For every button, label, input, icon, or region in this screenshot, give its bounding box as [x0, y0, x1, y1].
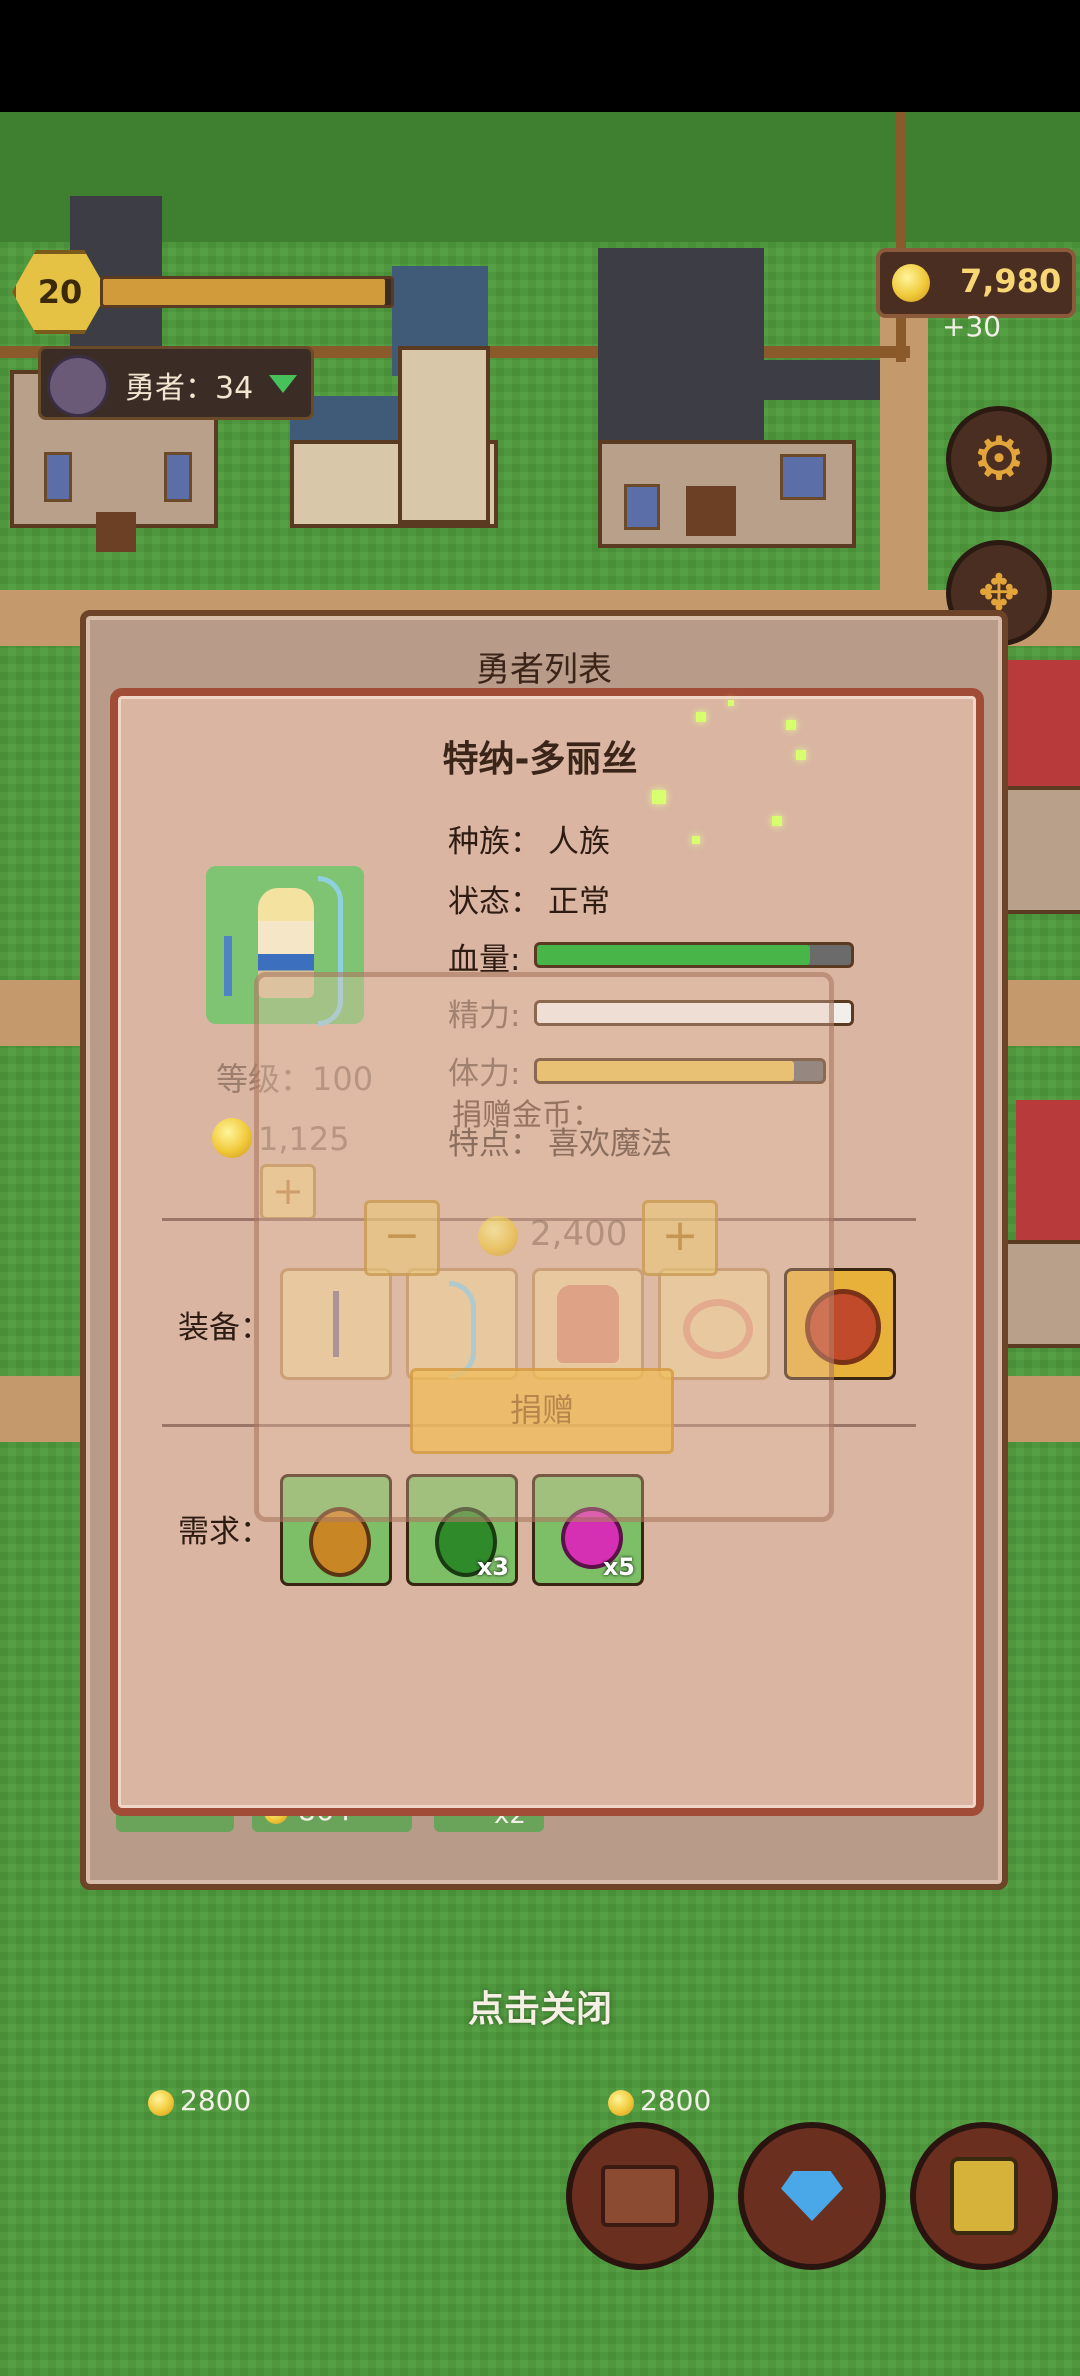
gem-shop-button[interactable]: [738, 2122, 886, 2270]
settings-button[interactable]: ⚙: [946, 406, 1052, 512]
arrow-icon: [224, 936, 232, 996]
donate-title: 捐赠金币：: [452, 1098, 602, 1133]
gold-counter: 7,980: [876, 248, 1076, 318]
gold-income: +30: [942, 310, 1002, 343]
player-level-value: 20: [37, 273, 83, 311]
house-window: [164, 452, 192, 502]
sparkle: [652, 790, 666, 804]
backpack-button[interactable]: [910, 2122, 1058, 2270]
donate-increase-button[interactable]: +: [642, 1200, 718, 1276]
race-value: 人族: [548, 824, 610, 860]
house-window: [624, 484, 660, 530]
hp-bar: [534, 942, 854, 968]
donate-amount: 2,400: [530, 1214, 628, 1254]
xp-progress-fill: [103, 279, 386, 305]
house-door: [686, 486, 736, 536]
backpack-icon: [950, 2157, 1018, 2235]
panel-title: 勇者列表: [476, 650, 612, 690]
donate-button[interactable]: 捐赠: [410, 1368, 674, 1454]
grass-top-strip: [0, 112, 1080, 242]
hero-count-label: 勇者：34: [125, 371, 254, 406]
status-label: 状态：: [448, 884, 541, 920]
sparkle: [772, 816, 782, 826]
house-roof: [1016, 1100, 1080, 1240]
hero-name: 特纳-多丽丝: [442, 739, 638, 780]
house: [996, 1240, 1080, 1348]
sparkle: [728, 700, 734, 706]
coin-icon: [892, 264, 930, 302]
house: [996, 786, 1080, 914]
donate-decrease-button[interactable]: −: [364, 1200, 440, 1276]
coin-icon: [608, 2090, 634, 2116]
dirt-road: [0, 980, 90, 1046]
sparkle: [786, 720, 796, 730]
coin-icon: [212, 1118, 252, 1158]
dirt-road: [0, 1376, 90, 1442]
xp-progress-bar: [100, 276, 394, 308]
shop-price: 2800: [148, 2084, 288, 2120]
sparkle: [796, 750, 806, 760]
status-value: 正常: [548, 884, 610, 920]
house-door: [96, 512, 136, 552]
shop-price: 2800: [608, 2084, 748, 2120]
sparkle: [696, 712, 706, 722]
workbench-button[interactable]: [566, 2122, 714, 2270]
dropdown-arrow-icon: [269, 375, 297, 393]
sparkle: [692, 836, 700, 844]
shop-price-value: 2800: [180, 2084, 252, 2117]
race-label: 种族：: [448, 824, 541, 860]
shop-price-value: 2800: [640, 2084, 712, 2117]
hero-count-button[interactable]: 勇者：34: [38, 346, 314, 420]
house-roof: [598, 248, 764, 448]
coin-icon: [478, 1216, 518, 1256]
coin-icon: [148, 2090, 174, 2116]
gold-amount: 7,980: [960, 262, 1062, 300]
house-roof: [760, 360, 880, 400]
helmet-icon: [47, 355, 109, 417]
status-bar-area: [0, 0, 1080, 112]
workbench-icon: [601, 2165, 679, 2227]
need-qty: x3: [476, 1553, 509, 1581]
tower: [398, 346, 490, 524]
need-qty: x5: [602, 1553, 635, 1581]
house-window: [44, 452, 72, 502]
fence-post: [896, 112, 906, 362]
house-window: [780, 454, 826, 500]
hp-bar-fill: [537, 945, 811, 965]
tap-to-close[interactable]: 点击关闭: [0, 1980, 1080, 2032]
diamond-icon: [781, 2171, 843, 2221]
gear-icon: ⚙: [972, 424, 1026, 494]
